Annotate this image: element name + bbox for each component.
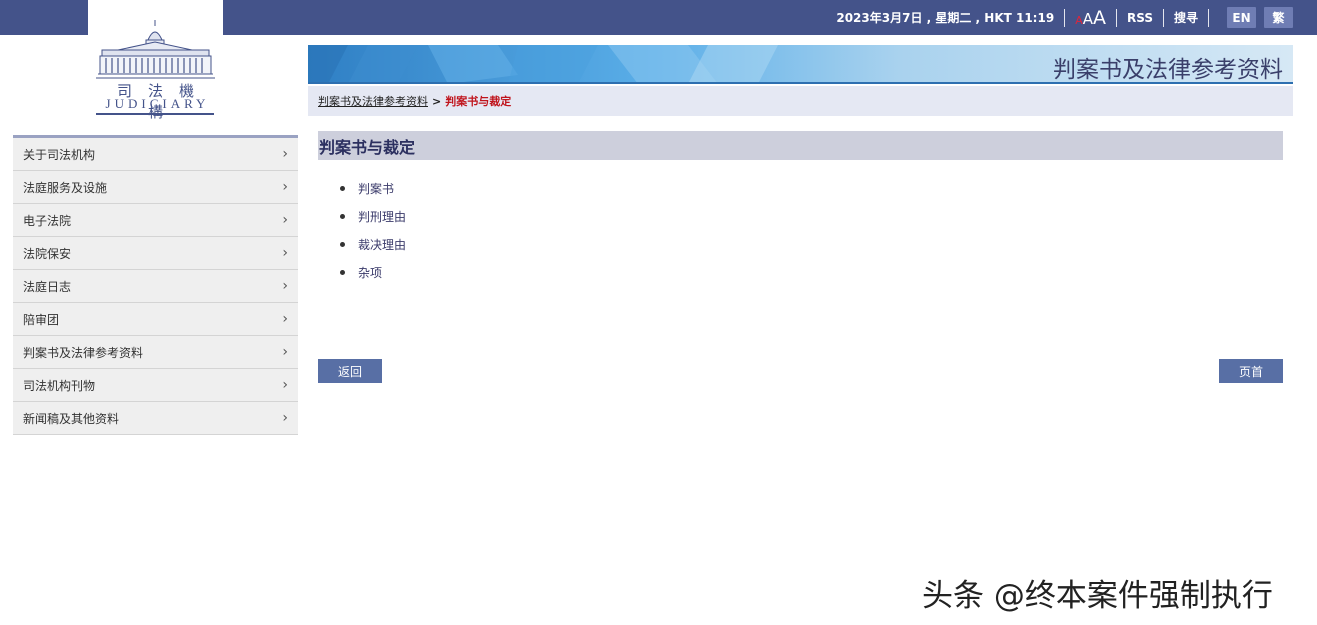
divider <box>1064 8 1066 27</box>
list-item[interactable]: 判刑理由 <box>340 202 406 230</box>
sidebar-item-court-security[interactable]: 法院保安 › <box>13 237 298 270</box>
logo-english-text: JUDICIARY <box>105 96 210 111</box>
link-reasons-for-verdict[interactable]: 裁决理由 <box>358 236 406 253</box>
date-time: 2023年3月7日 , 星期二 , HKT 11:19 <box>836 11 1055 25</box>
sidebar-nav: 关于司法机构 › 法庭服务及设施 › 电子法院 › 法院保安 › 法庭日志 › 陪审团 › … <box>13 135 298 435</box>
font-size-control[interactable]: A A A <box>1075 7 1106 29</box>
watermark-text: 头条 @终本案件强制执行 <box>922 578 1273 614</box>
bullet-icon <box>340 185 345 191</box>
list-item[interactable]: 裁决理由 <box>340 230 406 258</box>
sidebar-item-press-releases[interactable]: 新闻稿及其他资料 › <box>13 402 298 435</box>
page-title: 判案书与裁定 <box>318 131 1283 160</box>
lang-tc-button[interactable]: 繁 <box>1264 7 1293 28</box>
sidebar-item-daily-cause-list[interactable]: 法庭日志 › <box>13 270 298 303</box>
sidebar-item-about[interactable]: 关于司法机构 › <box>13 138 298 171</box>
sidebar-item-judgments[interactable]: 判案书及法律参考资料 › <box>13 336 298 369</box>
sidebar-item-label: 司法机构刊物 <box>23 378 96 393</box>
logo-underline <box>96 113 214 115</box>
chevron-right-icon: › <box>282 377 288 393</box>
divider <box>1162 8 1164 27</box>
sidebar-item-label: 法庭日志 <box>23 279 72 294</box>
chevron-right-icon: › <box>282 311 288 327</box>
sidebar-item-court-services[interactable]: 法庭服务及设施 › <box>13 171 298 204</box>
sidebar-item-label: 电子法院 <box>23 213 72 228</box>
judgment-links-list: 判案书 判刑理由 裁决理由 杂项 <box>340 174 406 286</box>
section-banner: 判案书及法律参考资料 <box>308 45 1293 84</box>
font-small-button[interactable]: A <box>1075 14 1083 27</box>
list-item[interactable]: 杂项 <box>340 258 406 286</box>
breadcrumb-current: 判案书与裁定 <box>445 95 512 108</box>
bullet-icon <box>340 213 345 219</box>
court-building-icon <box>96 20 215 79</box>
breadcrumb: 判案书及法律参考资料 > 判案书与裁定 <box>308 86 1293 116</box>
sidebar-item-label: 法院保安 <box>23 246 72 261</box>
sidebar-item-label: 关于司法机构 <box>23 147 96 162</box>
link-reasons-for-sentence[interactable]: 判刑理由 <box>358 208 406 225</box>
back-to-top-button[interactable]: 页首 <box>1219 359 1283 383</box>
link-judgments[interactable]: 判案书 <box>358 180 394 197</box>
rss-link[interactable]: RSS <box>1127 11 1153 25</box>
breadcrumb-separator: > <box>432 94 442 108</box>
font-large-button[interactable]: A <box>1093 7 1106 29</box>
breadcrumb-parent-link[interactable]: 判案书及法律参考资料 <box>318 93 428 109</box>
chevron-right-icon: › <box>282 410 288 426</box>
search-link[interactable]: 搜寻 <box>1174 9 1198 26</box>
chevron-right-icon: › <box>282 344 288 360</box>
sidebar-item-label: 判案书及法律参考资料 <box>23 345 144 360</box>
link-miscellaneous[interactable]: 杂项 <box>358 264 382 281</box>
bullet-icon <box>340 241 345 247</box>
sidebar-item-label: 新闻稿及其他资料 <box>23 411 120 426</box>
bullet-icon <box>340 269 345 275</box>
list-item[interactable]: 判案书 <box>340 174 406 202</box>
divider <box>1208 8 1209 27</box>
top-bar-utilities: 2023年3月7日 , 星期二 , HKT 11:19 A A A RSS 搜寻… <box>836 0 1293 35</box>
sidebar-item-e-courts[interactable]: 电子法院 › <box>13 204 298 237</box>
sidebar-item-publications[interactable]: 司法机构刊物 › <box>13 369 298 402</box>
chevron-right-icon: › <box>282 245 288 261</box>
sidebar-item-label: 陪审团 <box>23 312 60 327</box>
back-button[interactable]: 返回 <box>318 359 382 383</box>
chevron-right-icon: › <box>282 212 288 228</box>
lang-en-button[interactable]: EN <box>1227 7 1256 28</box>
sidebar-item-label: 法庭服务及设施 <box>23 180 108 195</box>
divider <box>1115 8 1117 27</box>
font-medium-button[interactable]: A <box>1083 10 1093 28</box>
chevron-right-icon: › <box>282 278 288 294</box>
chevron-right-icon: › <box>282 146 288 162</box>
judiciary-logo[interactable]: 司法機構 JUDICIARY <box>88 0 223 122</box>
chevron-right-icon: › <box>282 179 288 195</box>
sidebar-item-jury[interactable]: 陪审团 › <box>13 303 298 336</box>
banner-title: 判案书及法律参考资料 <box>1053 57 1283 83</box>
